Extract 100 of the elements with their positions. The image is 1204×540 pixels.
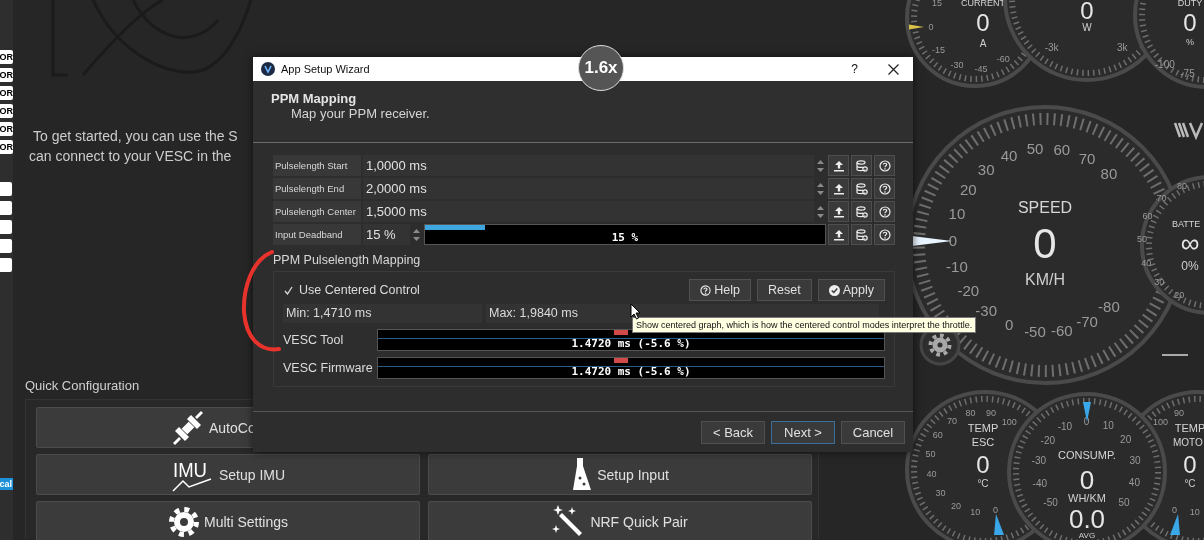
gauge-value: 0 (1033, 220, 1057, 267)
gauge-tick-label: -30 (975, 302, 997, 320)
gauge-tick-label: -60 (1050, 321, 1073, 339)
gauge-tick-label: -75 (1180, 67, 1195, 79)
restore-default-button[interactable] (851, 178, 872, 199)
gauge-tick-label: 70 (1078, 149, 1096, 167)
status-tag: cal (0, 478, 13, 490)
gauge-tick-label: 10 (948, 205, 966, 222)
gauge-tick-label: 70 (1156, 192, 1167, 203)
action-button[interactable]: Apply (817, 279, 885, 301)
gauge-tick-label: 100 (1153, 416, 1169, 427)
gauge-tick-label: 90 (985, 408, 996, 419)
gauge-tick-label: 40 (926, 469, 937, 480)
blank-tag (0, 239, 12, 253)
quick-config-button[interactable]: IMU Setup IMU (36, 454, 420, 495)
checkbox[interactable] (283, 285, 293, 295)
gauge-title: CONSUMP. (1058, 449, 1116, 461)
gauge-tick-label: -20 (957, 282, 980, 300)
upload-button[interactable] (828, 155, 849, 176)
checkbox-label: Use Centered Control (299, 283, 420, 297)
gauge-tick-label: 3k (1117, 41, 1128, 53)
gauge-tick-label: 50 (1137, 234, 1148, 245)
parameter-field[interactable]: 1,5000 ms (363, 201, 814, 222)
remote-icon (571, 457, 594, 492)
gauge-tick-label: -100 (1154, 59, 1175, 71)
bar-reading: 1.4720 ms (-5.6 %) (571, 365, 691, 378)
zoom-indicator: 1.6x (578, 45, 624, 91)
group-title: PPM Pulselength Mapping (273, 253, 422, 267)
gauge-tick-label: 0 (1172, 504, 1178, 515)
gauge-unit: W (1082, 22, 1092, 33)
gauge-value: 0 (1183, 9, 1197, 36)
restore-default-button[interactable] (851, 155, 872, 176)
gauge-tick-label: 40 (1141, 257, 1152, 268)
status-tag: OR (0, 68, 13, 82)
action-button[interactable]: Reset (757, 279, 812, 301)
wizard-button[interactable]: < Back (701, 420, 765, 444)
parameter-label: Input Deadband (273, 224, 361, 245)
settings-icon[interactable] (928, 333, 952, 357)
gauge-tick-label: -80 (1098, 297, 1120, 315)
restore-default-button[interactable] (851, 201, 872, 222)
gauge-unit: AVG (1078, 531, 1096, 540)
page-subtitle: Map your PPM receiver. (291, 106, 431, 121)
close-icon[interactable] (888, 63, 899, 75)
gauge-title: CURRENT (961, 0, 1005, 8)
gauge-unit: A (979, 38, 987, 49)
gauge-unit: 0% (1181, 259, 1199, 273)
deadband-bar[interactable]: 15 % (424, 224, 826, 245)
gauge-tick-label: 90 (1174, 408, 1185, 419)
blank-tag (0, 201, 12, 215)
gauge-value: 0 (1183, 451, 1197, 478)
gauge-tick-label: 0 (992, 504, 998, 515)
quick-config-button[interactable]: Multi Settings (36, 501, 420, 540)
gauge-tick-label: 30 (1129, 454, 1141, 466)
wizard-button[interactable]: Cancel (841, 420, 905, 444)
upload-icon (832, 205, 845, 218)
logo-drawing (1173, 121, 1204, 141)
parameter-field[interactable]: 1,0000 ms (363, 155, 814, 176)
help-button[interactable] (874, 224, 895, 245)
help-button[interactable] (874, 155, 895, 176)
gauge-title: TEMP (1174, 422, 1204, 434)
gauge-tick-label: -30 (950, 60, 964, 71)
action-button[interactable]: Help (689, 279, 752, 301)
status-tag: OR (0, 104, 13, 118)
gauge-tick-label: 30 (1154, 277, 1165, 288)
upload-button[interactable] (828, 224, 849, 245)
gauge-tick-label: 20 (950, 500, 961, 511)
gauge-tick-label: 80 (965, 407, 976, 418)
help-button[interactable] (874, 178, 895, 199)
quick-config-button[interactable]: NRF Quick Pair (428, 501, 812, 540)
gauge-title: SPEED (1017, 199, 1073, 216)
gauge-title: DUTY (1177, 0, 1203, 8)
gauge-tick-label: -40 (1032, 477, 1048, 489)
help-button[interactable]: ? (851, 62, 858, 76)
help-button[interactable] (874, 201, 895, 222)
intro-text: To get started, you can use the S (33, 127, 238, 146)
page-heading: PPM Mapping (271, 91, 358, 106)
parameter-field[interactable]: 2,0000 ms (363, 178, 814, 199)
help-icon (878, 159, 891, 172)
gauge-tick-label: -30 (1031, 455, 1047, 467)
gauge-tick-label: -20 (1040, 435, 1056, 447)
gauge-tick-label: 20 (1174, 290, 1185, 301)
blank-tag (0, 220, 12, 234)
upload-button[interactable] (828, 178, 849, 199)
help-icon (700, 284, 712, 296)
quick-config-button[interactable]: Setup Input (428, 454, 812, 495)
wizard-button[interactable]: Next > (771, 420, 835, 444)
upload-button[interactable] (828, 201, 849, 222)
gauge-tick-label: 60 (1142, 211, 1153, 222)
gauge-tick-label: 0 (1004, 316, 1014, 334)
window-title: App Setup Wizard (281, 63, 370, 75)
database-icon (855, 159, 868, 172)
status-tag: OR (0, 86, 13, 100)
gauge-tick-label: 20 (959, 180, 977, 198)
restore-default-button[interactable] (851, 224, 872, 245)
gauge-tick-label: 60 (1053, 141, 1071, 159)
upload-icon (832, 182, 845, 195)
gauge-tick-label: -60 (996, 53, 1010, 64)
gauge-tick-label: 20 (1120, 434, 1132, 446)
parameter-field[interactable]: 15 % (363, 224, 410, 245)
database-icon (855, 228, 868, 241)
